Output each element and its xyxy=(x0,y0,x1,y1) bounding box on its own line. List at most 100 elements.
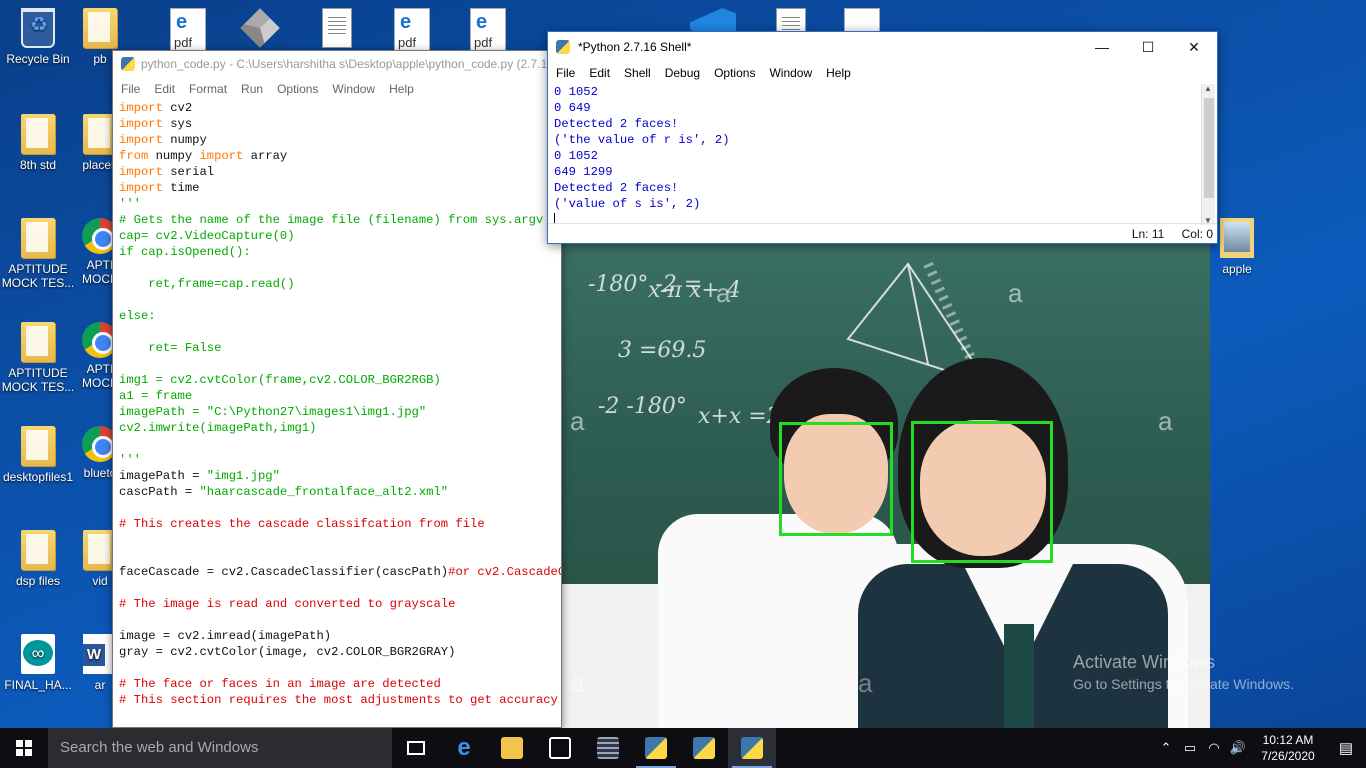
code-line: a1 = frame xyxy=(119,389,193,403)
taskbar-search-box[interactable]: Search the web and Windows xyxy=(48,728,392,768)
desktop-icon-dsp-files[interactable]: dsp files xyxy=(0,530,76,588)
menu-window[interactable]: Window xyxy=(326,82,383,96)
python-icon xyxy=(121,57,135,71)
edge-icon: e xyxy=(400,11,412,33)
code-text-area[interactable]: import cv2 import sys import numpy from num… xyxy=(113,99,561,708)
shell-output-line: 649 1299 xyxy=(554,165,613,179)
clock[interactable]: 10:12 AM 7/26/2020 xyxy=(1250,732,1326,764)
menu-window[interactable]: Window xyxy=(763,66,820,80)
taskbar: Search the web and Windows e ⌃ ▭ ◠ 🔊 10:… xyxy=(0,728,1366,768)
start-button[interactable] xyxy=(0,728,48,768)
python-shell-window[interactable]: *Python 2.7.16 Shell* — ☐ ✕ File Edit Sh… xyxy=(547,31,1218,244)
taskbar-python-3[interactable] xyxy=(728,728,776,768)
task-view-button[interactable] xyxy=(392,728,440,768)
cube-app-icon[interactable] xyxy=(240,8,280,48)
face-detection-box xyxy=(779,422,893,536)
editor-title-bar[interactable]: python_code.py - C:\Users\harshitha s\De… xyxy=(113,51,561,79)
activate-title: Activate Windows xyxy=(1073,652,1216,672)
chevron-up-icon[interactable]: ⌃ xyxy=(1154,740,1178,756)
desktop-icon-label: APTITUDE MOCK TES... xyxy=(1,366,75,394)
menu-format[interactable]: Format xyxy=(183,82,235,96)
menu-file[interactable]: File xyxy=(115,82,148,96)
desktop-icon-apple[interactable]: apple xyxy=(1210,218,1264,276)
volume-icon[interactable]: 🔊 xyxy=(1226,740,1250,756)
menu-file[interactable]: File xyxy=(550,66,583,80)
menu-options[interactable]: Options xyxy=(271,82,326,96)
desktop-icon-8th-std[interactable]: 8th std xyxy=(0,114,76,172)
code-line: img1 = cv2.cvtColor(frame,cv2.COLOR_BGR2… xyxy=(119,373,441,387)
system-tray: ⌃ ▭ ◠ 🔊 10:12 AM 7/26/2020 ▤ xyxy=(1154,728,1366,768)
code-line: # The face or faces in an image are dete… xyxy=(119,677,441,691)
shell-title: *Python 2.7.16 Shell* xyxy=(578,40,692,54)
taskbar-file-explorer[interactable] xyxy=(488,728,536,768)
battery-icon[interactable]: ▭ xyxy=(1178,740,1202,756)
menu-options[interactable]: Options xyxy=(708,66,763,80)
close-button[interactable]: ✕ xyxy=(1171,32,1217,62)
desktop-icon-recycle-bin[interactable]: Recycle Bin xyxy=(0,8,76,66)
menu-edit[interactable]: Edit xyxy=(148,82,183,96)
folder-icon xyxy=(21,426,55,466)
code-line: else: xyxy=(119,309,156,323)
action-center-icon[interactable]: ▤ xyxy=(1326,739,1366,757)
taskbar-edge[interactable]: e xyxy=(440,728,488,768)
desktop-icon-final-ha[interactable]: FINAL_HA... xyxy=(0,634,76,692)
code-editor-window[interactable]: python_code.py - C:\Users\harshitha s\De… xyxy=(112,50,562,728)
shell-status-bar: Ln: 11 Col: 0 xyxy=(548,223,1217,243)
desktop-icon-label: APTITUDE MOCK TES... xyxy=(1,262,75,290)
python-icon xyxy=(741,737,763,759)
wifi-icon[interactable]: ◠ xyxy=(1202,740,1226,756)
folder-icon xyxy=(21,218,55,258)
desktop-icon-label: dsp files xyxy=(15,574,61,588)
code-line: # Gets the name of the image file (filen… xyxy=(119,213,544,227)
desktop-icon-label: 8th std xyxy=(19,158,57,172)
search-placeholder: Search the web and Windows xyxy=(60,739,259,756)
activate-windows-watermark: Activate Windows Go to Settings to activ… xyxy=(1073,652,1294,692)
edge-pdf-icon[interactable]: e pdf xyxy=(170,8,206,52)
code-line: # This creates the cascade classifcation… xyxy=(119,517,485,531)
edge-pdf-icon[interactable]: e pdf xyxy=(394,8,430,52)
scrollbar-thumb[interactable] xyxy=(1204,98,1214,198)
desktop-icon-desktopfiles1[interactable]: desktopfiles1 xyxy=(0,426,76,484)
watermark: a xyxy=(570,406,585,436)
menu-help[interactable]: Help xyxy=(383,82,422,96)
shell-output[interactable]: 0 1052 0 649 Detected 2 faces! ('the value … xyxy=(554,84,1199,224)
recycle-bin-icon xyxy=(21,8,55,48)
edge-icon: e xyxy=(176,11,188,33)
menu-edit[interactable]: Edit xyxy=(583,66,618,80)
code-line: import serial xyxy=(119,165,215,179)
arduino-icon xyxy=(21,634,55,674)
taskbar-app[interactable] xyxy=(584,728,632,768)
menu-run[interactable]: Run xyxy=(235,82,271,96)
editor-menu-bar: File Edit Format Run Options Window Help xyxy=(113,79,561,99)
desktop-icon-label: apple xyxy=(1222,262,1252,276)
code-line: from numpy import array xyxy=(119,149,288,163)
scroll-up-icon[interactable]: ▲ xyxy=(1204,84,1212,93)
document-icon[interactable] xyxy=(322,8,352,48)
watermark: a xyxy=(1158,406,1173,436)
shell-output-line: 0 649 xyxy=(554,101,591,115)
editor-title: python_code.py - C:\Users\harshitha s\De… xyxy=(141,57,558,71)
desktop-icon-aptitude-2[interactable]: APTITUDE MOCK TES... xyxy=(0,322,76,394)
code-line: imagePath = "img1.jpg" xyxy=(119,469,280,483)
menu-help[interactable]: Help xyxy=(820,66,859,80)
menu-shell[interactable]: Shell xyxy=(618,66,659,80)
status-column: Col: 0 xyxy=(1181,227,1213,241)
maximize-button[interactable]: ☐ xyxy=(1125,32,1171,62)
minimize-button[interactable]: — xyxy=(1079,32,1125,62)
menu-debug[interactable]: Debug xyxy=(659,66,708,80)
vertical-scrollbar[interactable]: ▲ ▼ xyxy=(1201,84,1215,225)
desktop-icon-aptitude-1[interactable]: APTITUDE MOCK TES... xyxy=(0,218,76,290)
code-line: imagePath = "C:\Python27\images1\img1.jp… xyxy=(119,405,427,419)
taskbar-python-2[interactable] xyxy=(680,728,728,768)
edge-pdf-icon[interactable]: e pdf xyxy=(470,8,506,52)
code-line: # This section requires the most adjustm… xyxy=(119,693,558,707)
watermark: a xyxy=(716,278,731,308)
code-line: ''' xyxy=(119,453,141,467)
python-icon xyxy=(693,737,715,759)
taskbar-store[interactable] xyxy=(536,728,584,768)
taskbar-python-1[interactable] xyxy=(632,728,680,768)
desktop-icon-label: ar xyxy=(94,678,106,692)
shell-title-bar[interactable]: *Python 2.7.16 Shell* — ☐ ✕ xyxy=(548,32,1217,62)
